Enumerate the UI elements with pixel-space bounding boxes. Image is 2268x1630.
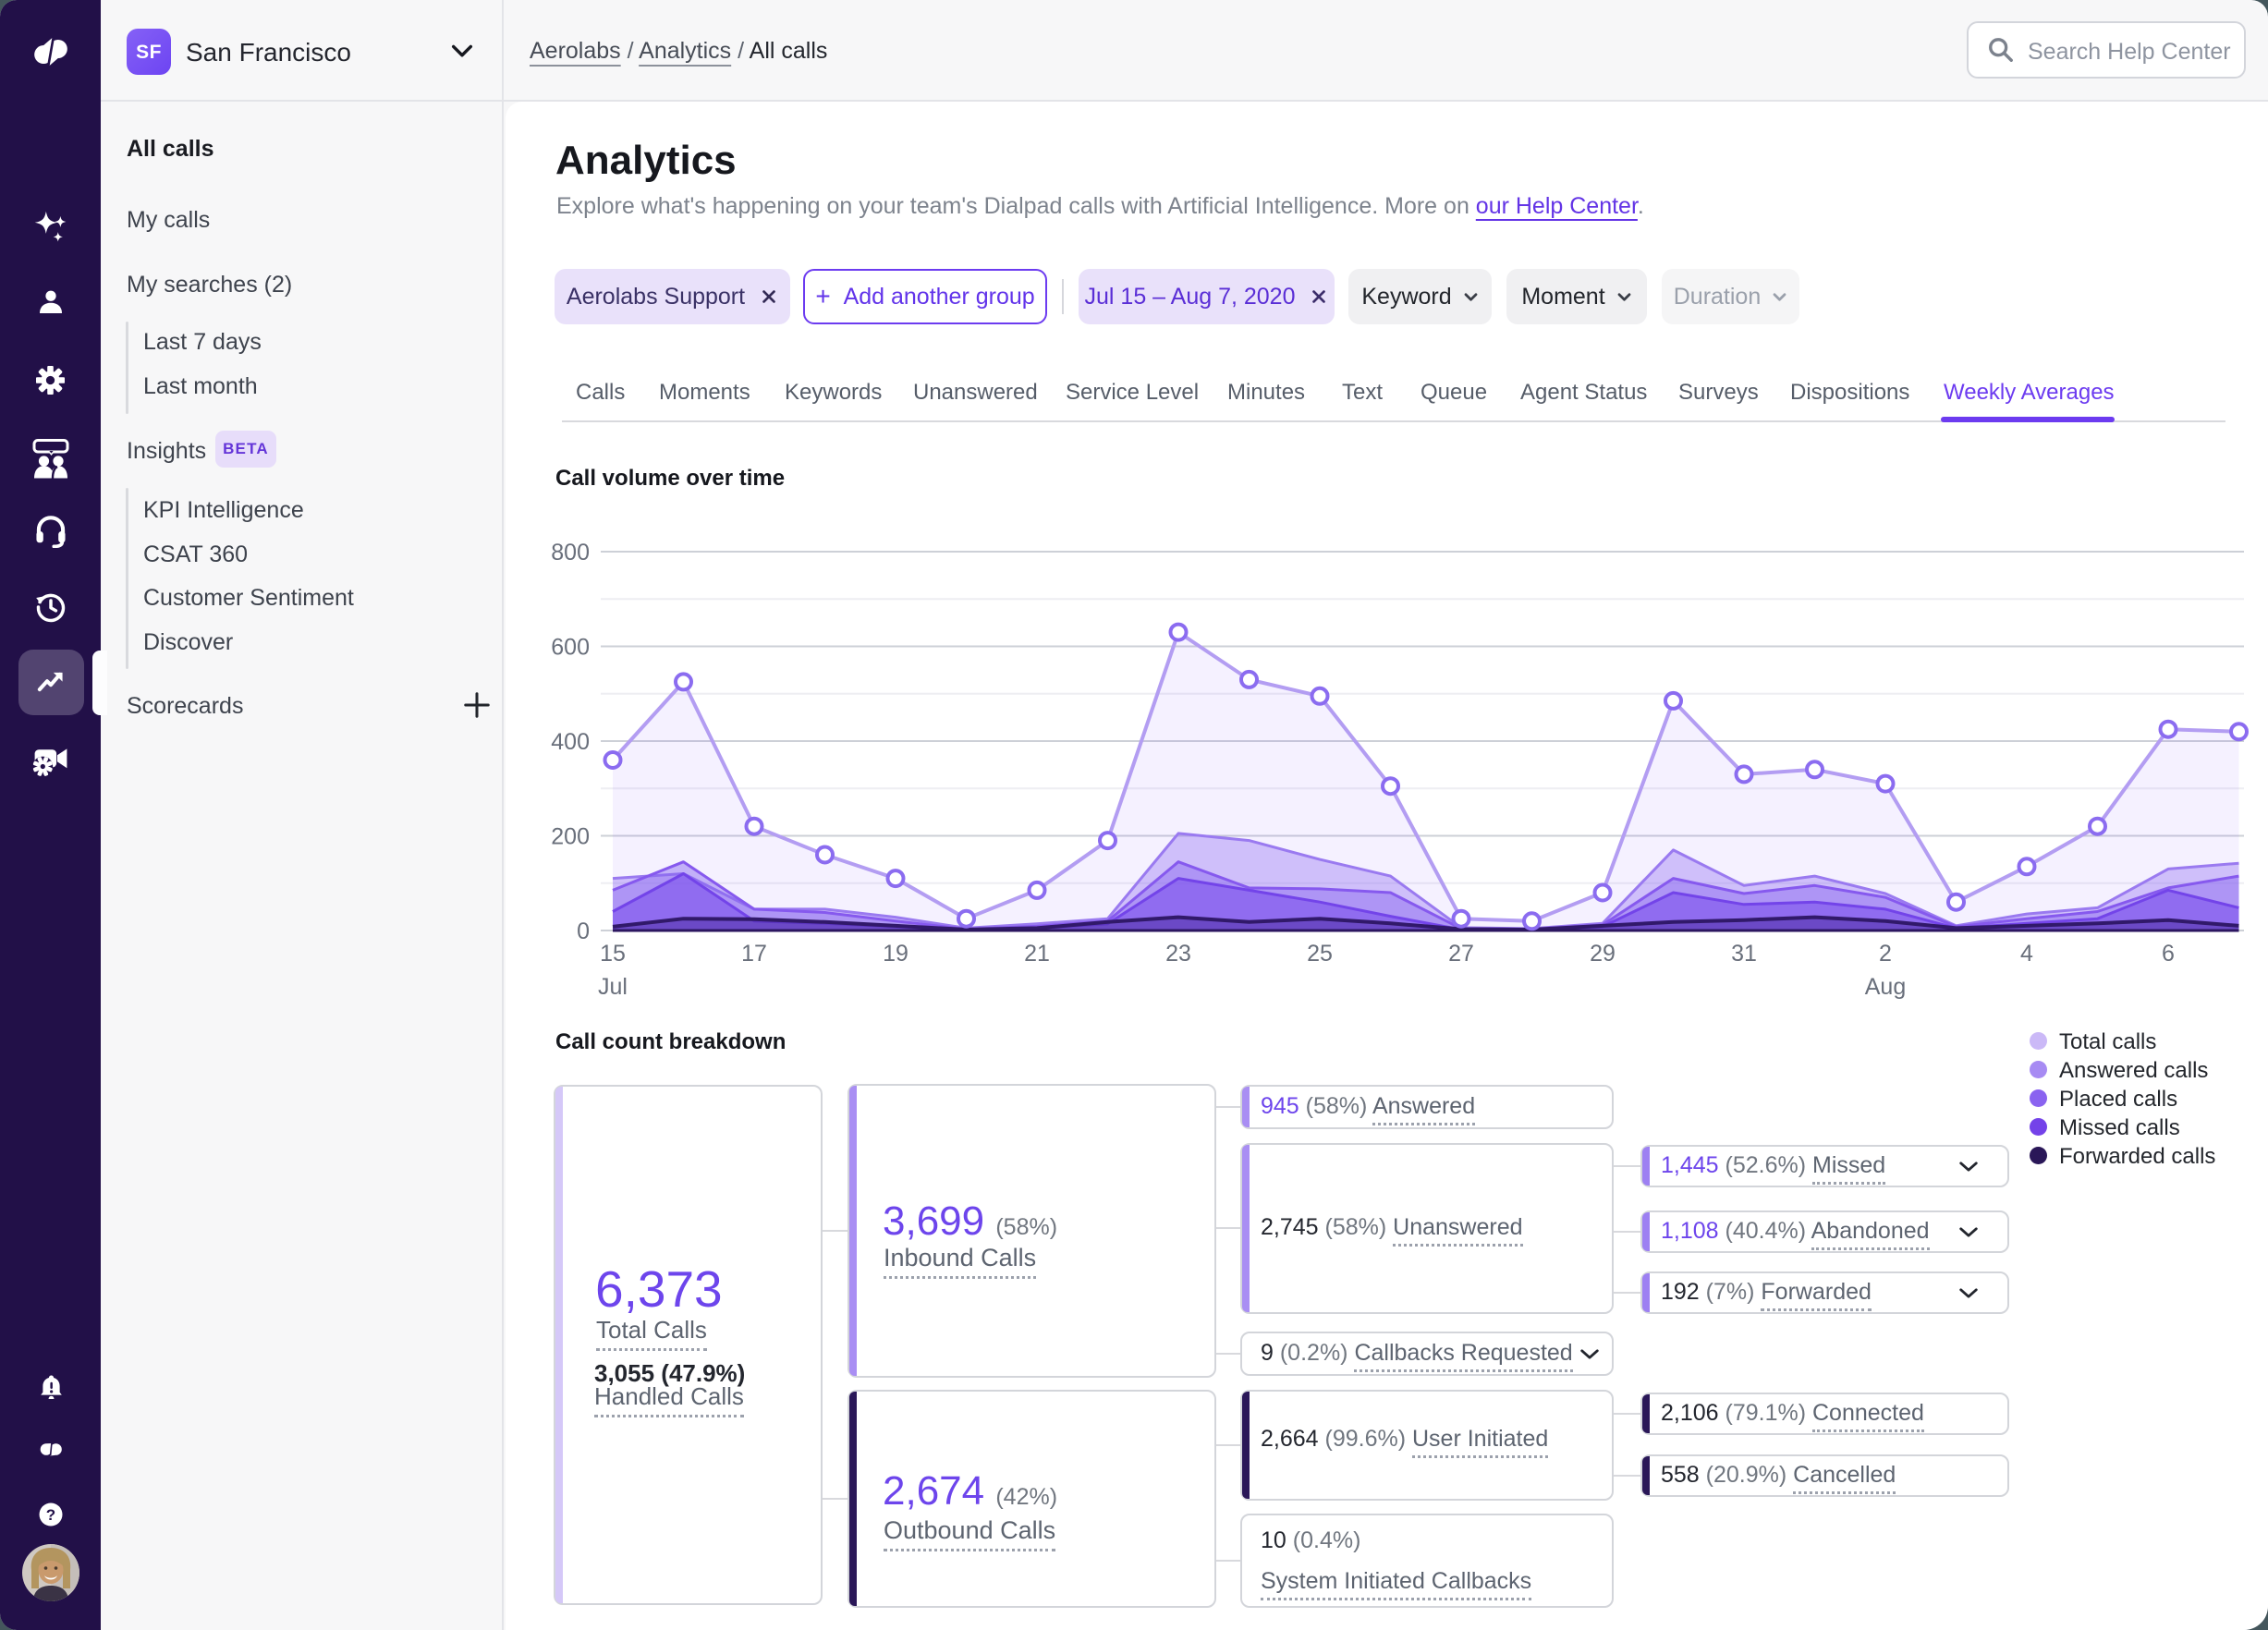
svg-text:21: 21	[1024, 941, 1050, 967]
svg-text:600: 600	[551, 635, 590, 661]
svg-text:25: 25	[1307, 941, 1333, 967]
svg-text:800: 800	[551, 540, 590, 566]
svg-text:Aug: Aug	[1865, 974, 1906, 1000]
svg-text:2: 2	[1879, 941, 1892, 967]
svg-text:19: 19	[883, 941, 908, 967]
svg-text:0: 0	[577, 918, 590, 944]
svg-text:6: 6	[2162, 941, 2175, 967]
svg-text:Jul: Jul	[598, 974, 628, 1000]
svg-text:?: ?	[46, 1506, 55, 1524]
svg-text:23: 23	[1165, 941, 1191, 967]
svg-text:15: 15	[600, 941, 626, 967]
svg-text:29: 29	[1590, 941, 1616, 967]
svg-text:17: 17	[741, 941, 767, 967]
svg-text:4: 4	[2020, 941, 2033, 967]
svg-text:200: 200	[551, 824, 590, 850]
svg-text:400: 400	[551, 729, 590, 755]
svg-text:27: 27	[1448, 941, 1474, 967]
svg-text:31: 31	[1731, 941, 1757, 967]
